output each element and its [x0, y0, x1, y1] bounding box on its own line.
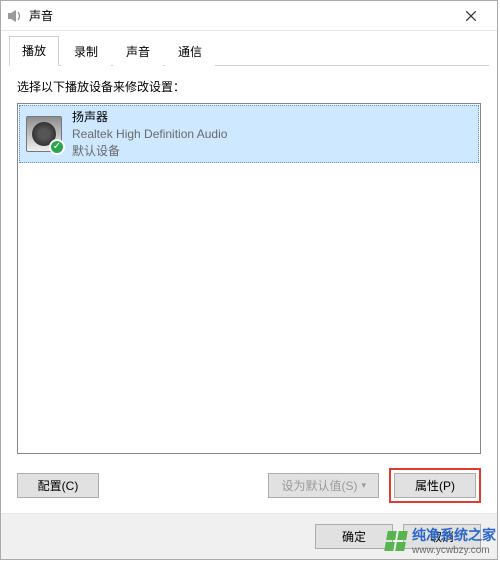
properties-highlight: 属性(P) [389, 468, 481, 503]
set-default-label: 设为默认值(S) [281, 477, 357, 494]
tab-sounds[interactable]: 声音 [113, 37, 163, 66]
dialog-footer: 确定 取消 [1, 513, 497, 559]
properties-button[interactable]: 属性(P) [394, 473, 476, 498]
chevron-down-icon: ▾ [361, 480, 366, 491]
ok-button[interactable]: 确定 [315, 524, 393, 549]
window-title: 声音 [29, 7, 451, 24]
cancel-button[interactable]: 取消 [403, 524, 481, 549]
device-item-speakers[interactable]: ✓ 扬声器 Realtek High Definition Audio 默认设备 [19, 105, 479, 163]
device-info: 扬声器 Realtek High Definition Audio 默认设备 [72, 109, 227, 159]
device-buttons-row: 配置(C) 设为默认值(S) ▾ 属性(P) [17, 468, 481, 503]
instruction-text: 选择以下播放设备来修改设置： [17, 78, 481, 95]
sound-dialog: 声音 播放 录制 声音 通信 选择以下播放设备来修改设置： ✓ 扬声器 [0, 0, 498, 560]
speaker-icon: ✓ [26, 116, 62, 152]
tab-playback[interactable]: 播放 [9, 36, 59, 66]
sound-icon [7, 8, 23, 24]
titlebar: 声音 [1, 1, 497, 31]
device-status: 默认设备 [72, 143, 227, 160]
device-description: Realtek High Definition Audio [72, 126, 227, 143]
default-check-icon: ✓ [49, 139, 65, 155]
tab-communications[interactable]: 通信 [165, 37, 215, 66]
set-default-button[interactable]: 设为默认值(S) ▾ [268, 473, 379, 498]
tab-pane-playback: 选择以下播放设备来修改设置： ✓ 扬声器 Realtek High Defini… [1, 66, 497, 513]
tab-strip: 播放 录制 声音 通信 [1, 31, 497, 66]
tab-recording[interactable]: 录制 [61, 37, 111, 66]
device-list[interactable]: ✓ 扬声器 Realtek High Definition Audio 默认设备 [17, 103, 481, 454]
configure-button[interactable]: 配置(C) [17, 473, 99, 498]
device-name: 扬声器 [72, 109, 227, 126]
close-button[interactable] [451, 2, 491, 30]
